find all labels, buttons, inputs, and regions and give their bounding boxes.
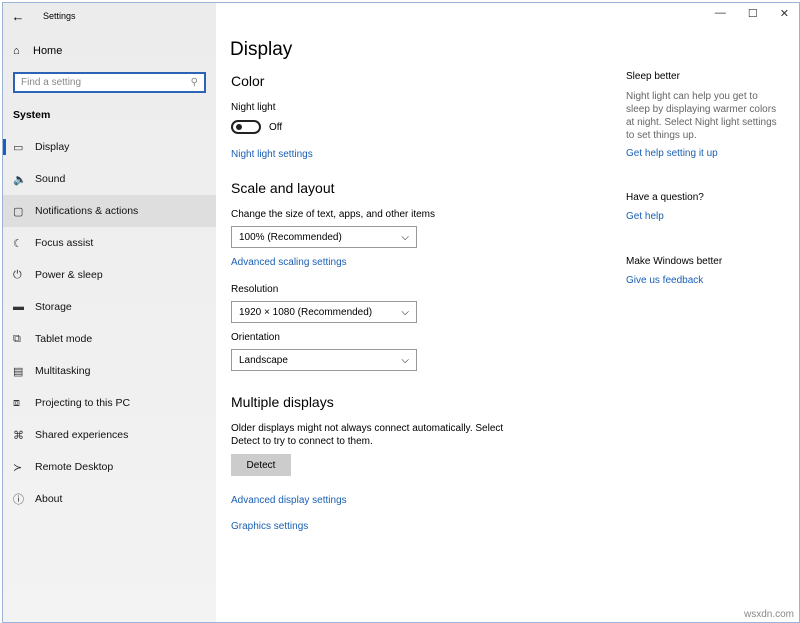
minimize-icon[interactable]: — xyxy=(715,7,726,20)
back-arrow-icon[interactable]: ← xyxy=(3,9,33,24)
projecting-icon: ⧈ xyxy=(13,397,35,410)
shared-experiences-icon: ⌘ xyxy=(13,429,35,442)
close-icon[interactable]: ✕ xyxy=(780,7,789,20)
sleep-line: Night light can help you get to xyxy=(626,90,758,103)
tablet-mode-icon: ⧉ xyxy=(13,333,35,346)
sidebar-item-notifications-actions[interactable]: ▢Notifications & actions xyxy=(3,195,216,227)
resolution-value: 1920 × 1080 (Recommended) xyxy=(239,307,372,318)
power-icon: ⏻ xyxy=(13,269,35,282)
toggle-state: Off xyxy=(269,122,282,133)
sidebar-item-tablet-mode[interactable]: ⧉Tablet mode xyxy=(3,323,216,355)
page-title: Display xyxy=(230,39,292,61)
detect-button[interactable]: Detect xyxy=(231,454,291,476)
sleep-line: at night. Select Night light settings xyxy=(626,116,777,129)
night-light-label: Night light xyxy=(231,102,275,113)
question-heading: Have a question? xyxy=(626,192,704,203)
sidebar-item-label: About xyxy=(35,493,62,505)
advanced-display-link[interactable]: Advanced display settings xyxy=(231,495,347,506)
focus-assist-icon: ☾ xyxy=(13,237,35,250)
about-icon: ⓘ xyxy=(13,491,35,507)
orientation-dropdown[interactable]: Landscape ⌵ xyxy=(231,349,417,371)
search-icon[interactable]: ⚲ xyxy=(191,77,198,88)
sidebar-item-home[interactable]: ⌂ Home xyxy=(3,37,216,65)
sidebar-nav: ▭Display🔈Sound▢Notifications & actions☾F… xyxy=(3,131,216,515)
orientation-value: Landscape xyxy=(239,355,288,366)
sidebar-item-multitasking[interactable]: ▤Multitasking xyxy=(3,355,216,387)
home-icon: ⌂ xyxy=(13,45,33,57)
sidebar-item-focus-assist[interactable]: ☾Focus assist xyxy=(3,227,216,259)
sidebar-item-about[interactable]: ⓘAbout xyxy=(3,483,216,515)
resolution-label: Resolution xyxy=(231,284,278,295)
orientation-label: Orientation xyxy=(231,332,280,343)
get-help-setting-link[interactable]: Get help setting it up xyxy=(626,148,718,159)
window-controls: — ☐ ✕ xyxy=(715,7,789,20)
advanced-scaling-link[interactable]: Advanced scaling settings xyxy=(231,257,347,268)
sleep-line: to set things up. xyxy=(626,129,697,142)
multiple-displays-heading: Multiple displays xyxy=(231,394,334,410)
sidebar-item-label: Display xyxy=(35,141,69,153)
feedback-link[interactable]: Give us feedback xyxy=(626,275,703,286)
sidebar-item-display[interactable]: ▭Display xyxy=(3,131,216,163)
multiple-description-2: Detect to try to connect to them. xyxy=(231,436,373,447)
sidebar-item-storage[interactable]: ▬Storage xyxy=(3,291,216,323)
sleep-heading: Sleep better xyxy=(626,71,680,82)
night-light-settings-link[interactable]: Night light settings xyxy=(231,149,313,160)
sidebar-item-shared-experiences[interactable]: ⌘Shared experiences xyxy=(3,419,216,451)
title-bar: ← Settings xyxy=(3,3,216,29)
storage-icon: ▬ xyxy=(13,301,35,313)
sidebar-item-label: Tablet mode xyxy=(35,333,92,345)
night-light-toggle[interactable] xyxy=(231,120,261,134)
maximize-icon[interactable]: ☐ xyxy=(748,7,758,20)
sidebar-item-label: Shared experiences xyxy=(35,429,128,441)
chevron-down-icon: ⌵ xyxy=(401,355,409,366)
sidebar-item-remote-desktop[interactable]: ≻Remote Desktop xyxy=(3,451,216,483)
sidebar-item-label: Remote Desktop xyxy=(35,461,113,473)
home-label: Home xyxy=(33,45,62,57)
sound-icon: 🔈 xyxy=(13,173,35,186)
sidebar-item-label: Sound xyxy=(35,173,65,185)
sidebar-item-label: Power & sleep xyxy=(35,269,103,281)
search-placeholder: Find a setting xyxy=(21,77,81,88)
size-label: Change the size of text, apps, and other… xyxy=(231,209,435,220)
sidebar-item-label: Projecting to this PC xyxy=(35,397,130,409)
display-icon: ▭ xyxy=(13,141,35,154)
sleep-line: sleep by displaying warmer colors xyxy=(626,103,776,116)
sidebar-item-label: Notifications & actions xyxy=(35,205,138,217)
settings-window: ← Settings ⌂ Home Find a setting ⚲ Syste… xyxy=(2,2,800,623)
sidebar-item-label: Storage xyxy=(35,301,72,313)
get-help-link[interactable]: Get help xyxy=(626,211,664,222)
scale-dropdown[interactable]: 100% (Recommended) ⌵ xyxy=(231,226,417,248)
color-heading: Color xyxy=(231,73,264,89)
windows-better-heading: Make Windows better xyxy=(626,256,722,267)
sidebar-item-label: Multitasking xyxy=(35,365,90,377)
remote-desktop-icon: ≻ xyxy=(13,461,35,474)
search-input[interactable]: Find a setting ⚲ xyxy=(13,72,206,93)
chevron-down-icon: ⌵ xyxy=(401,307,409,318)
multitasking-icon: ▤ xyxy=(13,365,35,378)
multiple-description-1: Older displays might not always connect … xyxy=(231,423,503,434)
sidebar: ← Settings ⌂ Home Find a setting ⚲ Syste… xyxy=(3,3,216,622)
sidebar-item-label: Focus assist xyxy=(35,237,93,249)
app-title: Settings xyxy=(43,11,76,21)
scale-value: 100% (Recommended) xyxy=(239,232,342,243)
notifications-icon: ▢ xyxy=(13,205,35,218)
sidebar-item-projecting-to-this-pc[interactable]: ⧈Projecting to this PC xyxy=(3,387,216,419)
graphics-settings-link[interactable]: Graphics settings xyxy=(231,521,308,532)
section-heading: System xyxy=(13,109,216,121)
resolution-dropdown[interactable]: 1920 × 1080 (Recommended) ⌵ xyxy=(231,301,417,323)
chevron-down-icon: ⌵ xyxy=(401,232,409,243)
sidebar-item-power-sleep[interactable]: ⏻Power & sleep xyxy=(3,259,216,291)
scale-heading: Scale and layout xyxy=(231,180,335,196)
sidebar-item-sound[interactable]: 🔈Sound xyxy=(3,163,216,195)
watermark: wsxdn.com xyxy=(744,609,794,620)
